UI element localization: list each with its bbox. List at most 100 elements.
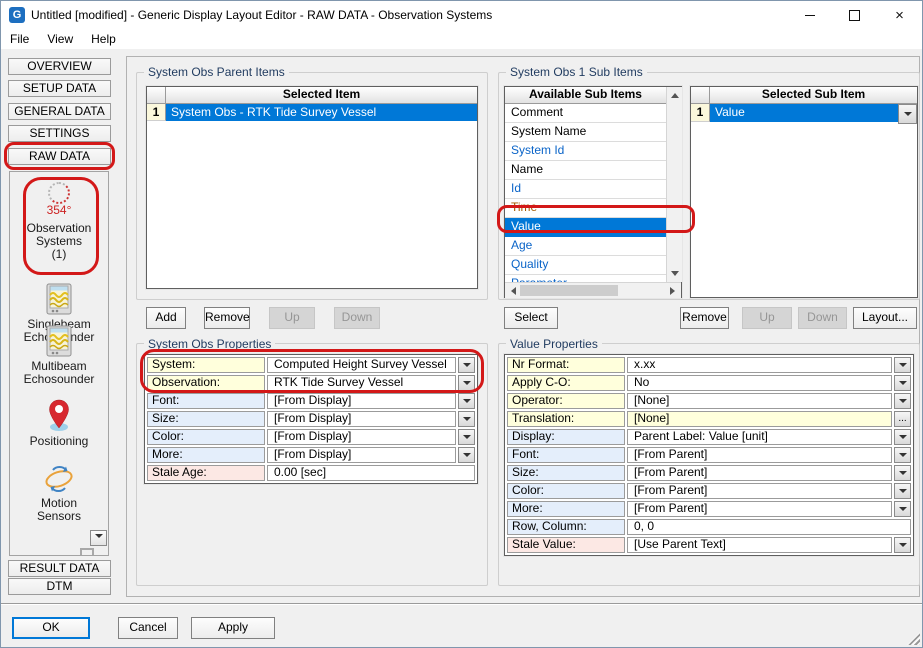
- menu-help[interactable]: Help: [82, 30, 125, 48]
- property-value-operator[interactable]: [None]: [627, 393, 892, 409]
- property-label-size: Size:: [147, 411, 265, 427]
- chevron-down-icon: [463, 363, 471, 371]
- property-value-display[interactable]: Parent Label: Value [unit]: [627, 429, 892, 445]
- down-button[interactable]: Down: [334, 307, 380, 329]
- property-label-font: Font:: [147, 393, 265, 409]
- dropdown-button[interactable]: [458, 357, 475, 373]
- select-button[interactable]: Select: [504, 307, 558, 329]
- available-sub-item-system-id[interactable]: System Id: [505, 142, 666, 161]
- up-button[interactable]: Up: [269, 307, 315, 329]
- dropdown-button[interactable]: [894, 429, 911, 445]
- scroll-up-button[interactable]: [667, 87, 682, 102]
- dropdown-button[interactable]: [894, 537, 911, 553]
- table-row[interactable]: 1 Value: [691, 104, 917, 122]
- property-value-stale-value[interactable]: [Use Parent Text]: [627, 537, 892, 553]
- available-sub-item-system-name[interactable]: System Name: [505, 123, 666, 142]
- available-sub-item-id[interactable]: Id: [505, 180, 666, 199]
- ellipsis-button[interactable]: ...: [894, 411, 911, 427]
- available-sub-items-list[interactable]: Available Sub Items Comment System Name …: [504, 86, 682, 298]
- scrollbar-thumb[interactable]: [520, 285, 618, 296]
- property-value-observation[interactable]: RTK Tide Survey Vessel: [267, 375, 456, 391]
- sidebar-tab-general-data[interactable]: GENERAL DATA: [8, 103, 111, 120]
- chevron-down-icon: [899, 399, 907, 407]
- cancel-button[interactable]: Cancel: [118, 617, 178, 639]
- dropdown-button[interactable]: [894, 483, 911, 499]
- dropdown-button[interactable]: [894, 501, 911, 517]
- property-value-color[interactable]: [From Display]: [267, 429, 456, 445]
- scroll-right-button[interactable]: [666, 283, 681, 298]
- apply-button[interactable]: Apply: [191, 617, 275, 639]
- dropdown-button[interactable]: [894, 465, 911, 481]
- dropdown-button[interactable]: [894, 375, 911, 391]
- property-value-translation[interactable]: [None]: [627, 411, 892, 427]
- resize-grip[interactable]: [907, 632, 920, 645]
- property-value-nr-format[interactable]: x.xx: [627, 357, 892, 373]
- property-value-more[interactable]: [From Parent]: [627, 501, 892, 517]
- property-value-apply-co[interactable]: No: [627, 375, 892, 391]
- selected-sub-item-table[interactable]: Selected Sub Item 1 Value: [690, 86, 918, 298]
- sidebar-tab-overview[interactable]: OVERVIEW: [8, 58, 111, 75]
- close-button[interactable]: ×: [877, 1, 922, 29]
- sidebar-item-multibeam-echosounder[interactable]: Multibeam Echosounder: [10, 325, 108, 386]
- sub-down-button[interactable]: Down: [798, 307, 847, 329]
- sidebar-item-motion-sensors[interactable]: Motion Sensors: [10, 464, 108, 523]
- property-value-system[interactable]: Computed Height Survey Vessel: [267, 357, 456, 373]
- dropdown-button[interactable]: [894, 393, 911, 409]
- parent-item-selected[interactable]: System Obs - RTK Tide Survey Vessel: [166, 104, 477, 121]
- sidebar-item-positioning[interactable]: Positioning: [10, 398, 108, 448]
- chevron-down-icon: [463, 435, 471, 443]
- sidebar-item-observation-systems[interactable]: 354° Observation Systems (1): [10, 182, 108, 261]
- dropdown-button[interactable]: [458, 411, 475, 427]
- scroll-down-button[interactable]: [667, 267, 682, 282]
- property-value-font[interactable]: [From Display]: [267, 393, 456, 409]
- property-value-size[interactable]: [From Display]: [267, 411, 456, 427]
- sidebar-tab-result-data[interactable]: RESULT DATA: [8, 560, 111, 577]
- minimize-button[interactable]: [787, 1, 832, 29]
- maximize-button[interactable]: [832, 1, 877, 29]
- scroll-left-button[interactable]: [505, 283, 520, 298]
- property-value-more[interactable]: [From Display]: [267, 447, 456, 463]
- menu-file[interactable]: File: [1, 30, 38, 48]
- available-sub-item-quality[interactable]: Quality: [505, 256, 666, 275]
- layout-button[interactable]: Layout...: [853, 307, 917, 329]
- sidebar-tab-raw-data[interactable]: RAW DATA: [8, 148, 111, 165]
- remove-button[interactable]: Remove: [204, 307, 250, 329]
- sub-up-button[interactable]: Up: [742, 307, 792, 329]
- menu-view[interactable]: View: [38, 30, 82, 48]
- sidebar-more-dropdown-button[interactable]: [90, 530, 107, 546]
- property-value-font[interactable]: [From Parent]: [627, 447, 892, 463]
- available-sub-item-time[interactable]: Time: [505, 199, 666, 218]
- title-bar[interactable]: G Untitled [modified] - Generic Display …: [1, 1, 922, 29]
- sidebar-tab-setup-data[interactable]: SETUP DATA: [8, 80, 111, 97]
- available-sub-item-comment[interactable]: Comment: [505, 104, 666, 123]
- parent-items-table[interactable]: Selected Item 1 System Obs - RTK Tide Su…: [146, 86, 478, 289]
- dropdown-button[interactable]: [458, 375, 475, 391]
- available-sub-item-name[interactable]: Name: [505, 161, 666, 180]
- sidebar-tab-settings[interactable]: SETTINGS: [8, 125, 111, 142]
- close-icon: ×: [895, 8, 904, 23]
- selected-sub-item-value[interactable]: Value: [710, 104, 898, 122]
- sub-remove-button[interactable]: Remove: [680, 307, 729, 329]
- dropdown-button[interactable]: [894, 357, 911, 373]
- dropdown-button[interactable]: [458, 447, 475, 463]
- property-value-stale-age[interactable]: 0.00 [sec]: [267, 465, 475, 481]
- available-sub-items-header: Available Sub Items: [505, 87, 666, 104]
- dropdown-button[interactable]: [458, 429, 475, 445]
- dropdown-button[interactable]: [458, 393, 475, 409]
- available-sub-item-value-selected[interactable]: Value: [505, 218, 666, 237]
- property-label-apply-co: Apply C-O:: [507, 375, 625, 391]
- add-button[interactable]: Add: [146, 307, 186, 329]
- property-value-size[interactable]: [From Parent]: [627, 465, 892, 481]
- vertical-scrollbar[interactable]: [666, 87, 682, 282]
- horizontal-scrollbar[interactable]: [505, 282, 681, 298]
- ok-button[interactable]: OK: [12, 617, 90, 639]
- selected-sub-item-col-header: Selected Sub Item: [710, 87, 917, 103]
- property-value-row-column[interactable]: 0, 0: [627, 519, 911, 535]
- dropdown-button[interactable]: [898, 104, 917, 124]
- table-row[interactable]: 1 System Obs - RTK Tide Survey Vessel: [147, 104, 477, 121]
- property-value-color[interactable]: [From Parent]: [627, 483, 892, 499]
- chevron-down-icon: [95, 534, 103, 542]
- dropdown-button[interactable]: [894, 447, 911, 463]
- sidebar-tab-dtm[interactable]: DTM: [8, 578, 111, 595]
- available-sub-item-age[interactable]: Age: [505, 237, 666, 256]
